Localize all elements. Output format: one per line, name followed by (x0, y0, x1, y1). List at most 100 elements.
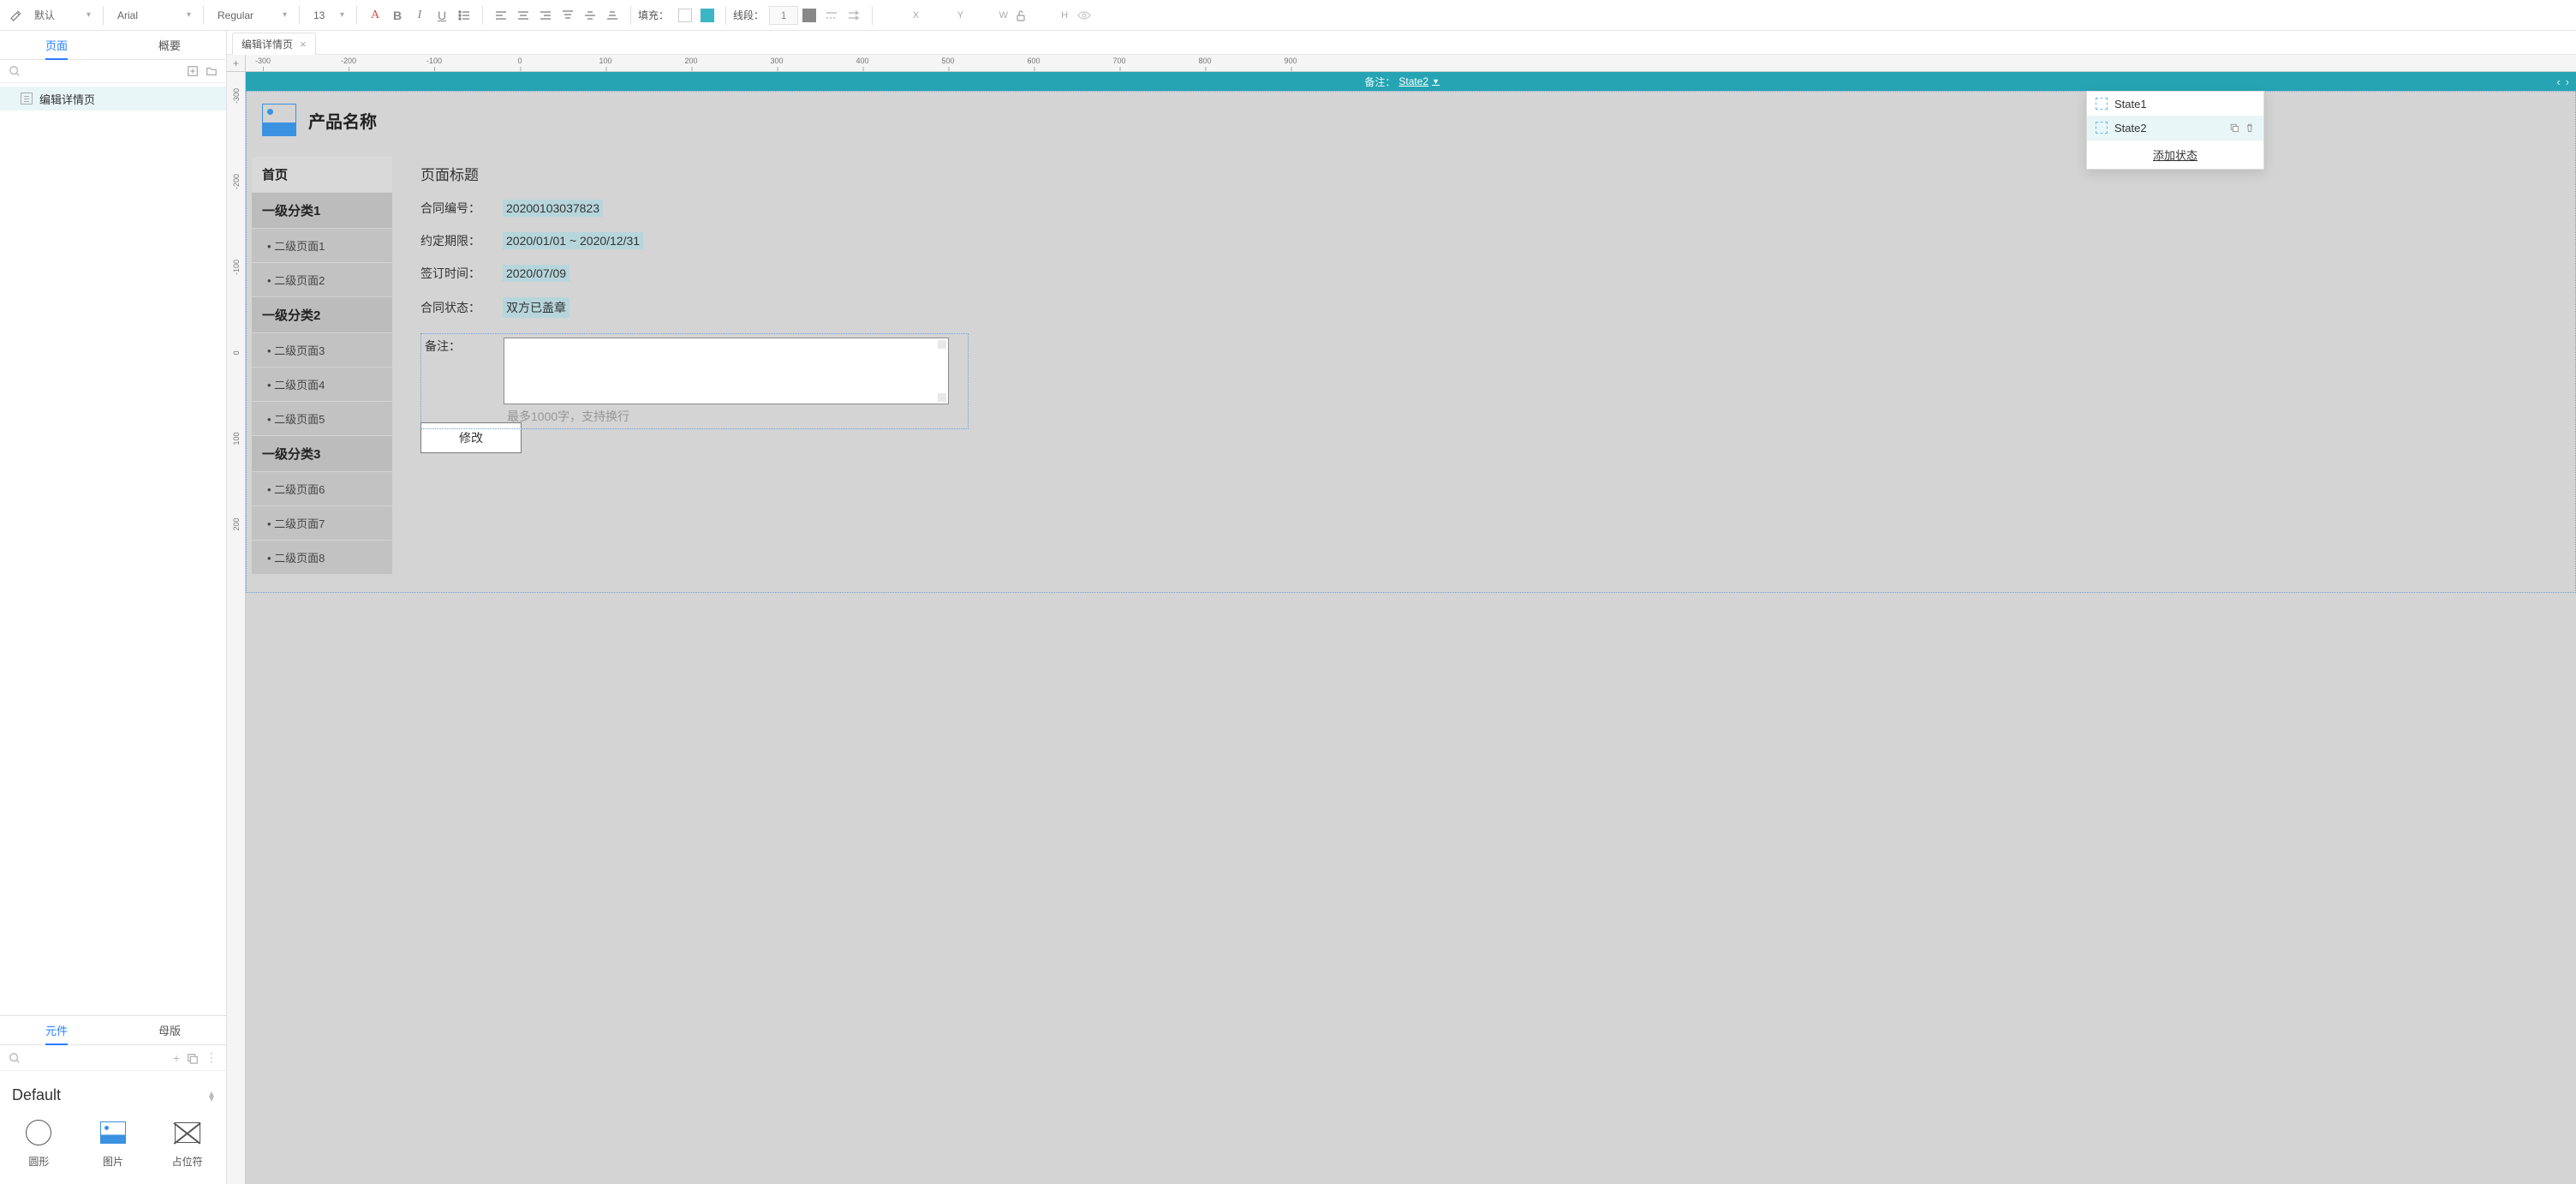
page-icon (21, 93, 33, 105)
state-item-state2[interactable]: State2 (2087, 116, 2263, 140)
dynamic-panel-bar: 备注： State2 ▼ ‹ › (246, 72, 2576, 91)
dynamic-panel-name: 备注： (1364, 75, 1395, 89)
duplicate-state-icon[interactable] (2229, 123, 2239, 133)
page-name: 编辑详情页 (39, 91, 95, 107)
add-state-button[interactable]: 添加状态 (2087, 140, 2263, 169)
pages-search[interactable] (9, 65, 180, 77)
chevron-down-icon: ▾ (340, 10, 344, 20)
caret-updown-icon: ▴▾ (209, 1091, 214, 1101)
line-arrow-button[interactable] (843, 4, 865, 27)
tab-overview[interactable]: 概要 (113, 31, 226, 59)
sidebar-item-cat1[interactable]: 一级分类1 (252, 193, 392, 229)
widget-library-select[interactable]: Default ▴▾ (7, 1079, 219, 1111)
font-family-value: Arial (117, 9, 138, 21)
prev-state-icon[interactable]: ‹ (2556, 75, 2560, 88)
valign-top-button[interactable] (557, 4, 579, 27)
font-family-dropdown[interactable]: Arial ▾ (110, 4, 196, 27)
coord-y: Y (924, 10, 969, 21)
note-textarea[interactable] (504, 338, 949, 404)
sidebar-item-sub4[interactable]: • 二级页面4 (252, 368, 392, 402)
sidebar-item-sub2[interactable]: • 二级页面2 (252, 263, 392, 297)
note-label: 备注： (425, 338, 504, 355)
sidebar-item-sub6[interactable]: • 二级页面6 (252, 472, 392, 506)
lock-aspect-icon[interactable] (1013, 4, 1029, 27)
page-tree-item[interactable]: 编辑详情页 (0, 87, 226, 111)
state-dropdown-toggle[interactable]: State2 ▼ (1398, 75, 1440, 87)
state-item-label: State2 (2114, 122, 2147, 135)
page-tree: 编辑详情页 (0, 83, 226, 1015)
libraries-icon[interactable] (187, 1052, 199, 1064)
tab-widgets[interactable]: 元件 (0, 1016, 113, 1044)
canvas[interactable]: 备注： State2 ▼ ‹ › State1 (246, 72, 2576, 1184)
state-dropdown-value: State2 (1398, 75, 1428, 87)
widget-ellipse[interactable]: 圆形 (7, 1118, 71, 1169)
add-widget-icon[interactable]: + (173, 1051, 180, 1065)
align-left-button[interactable] (490, 4, 512, 27)
add-page-icon[interactable] (187, 65, 199, 77)
align-center-button[interactable] (512, 4, 534, 27)
state-icon (2096, 98, 2108, 110)
chevron-down-icon: ▾ (283, 10, 287, 20)
widget-label: 圆形 (28, 1154, 49, 1169)
tab-masters[interactable]: 母版 (113, 1016, 226, 1044)
sidebar-item-sub8[interactable]: • 二级页面8 (252, 541, 392, 575)
ruler-vertical: -300-200-1000100200 (227, 72, 246, 1184)
ruler-corner[interactable]: + (227, 55, 246, 72)
sidebar-item-sub1[interactable]: • 二级页面1 (252, 229, 392, 263)
period-label: 约定期限： (420, 232, 503, 249)
add-folder-icon[interactable] (206, 65, 218, 77)
line-color-button[interactable] (798, 4, 820, 27)
more-icon[interactable]: ⋮ (206, 1050, 218, 1065)
text-color-button[interactable]: A (364, 4, 386, 27)
sign-date-label: 签订时间： (420, 265, 503, 282)
valign-bottom-button[interactable] (601, 4, 623, 27)
line-style-button[interactable] (820, 4, 843, 27)
widgets-search[interactable] (9, 1052, 166, 1064)
align-right-button[interactable] (534, 4, 557, 27)
period-value: 2020/01/01 ~ 2020/12/31 (503, 232, 643, 249)
chevron-down-icon: ▼ (1432, 77, 1440, 86)
visibility-icon[interactable] (1073, 4, 1095, 27)
coord-x: X (880, 10, 924, 21)
bold-button[interactable]: B (386, 4, 408, 27)
bullet-list-button[interactable] (453, 4, 475, 27)
sidebar-item-sub5[interactable]: • 二级页面5 (252, 402, 392, 436)
italic-button[interactable]: I (408, 4, 431, 27)
font-size-dropdown[interactable]: 13 ▾ (307, 4, 349, 27)
scrollbar-up-icon[interactable] (938, 340, 946, 349)
fill-color-accent[interactable] (696, 4, 719, 27)
widget-placeholder[interactable]: 占位符 (155, 1118, 219, 1169)
edit-style-icon[interactable] (5, 4, 27, 27)
state-item-state1[interactable]: State1 (2087, 92, 2263, 116)
product-title: 产品名称 (308, 108, 377, 133)
note-hint: 最多1000字，支持换行 (507, 408, 629, 425)
scrollbar-down-icon[interactable] (938, 393, 946, 402)
font-weight-dropdown[interactable]: Regular ▾ (211, 4, 292, 27)
state-icon (2096, 122, 2108, 134)
underline-button[interactable]: U (431, 4, 453, 27)
line-label: 线段： (733, 8, 764, 22)
sidebar-item-sub7[interactable]: • 二级页面7 (252, 506, 392, 541)
style-dropdown[interactable]: 默认 ▾ (27, 4, 96, 27)
document-tab-title: 编辑详情页 (242, 37, 293, 51)
contract-no-value: 20200103037823 (503, 200, 603, 217)
sidebar-item-sub3[interactable]: • 二级页面3 (252, 333, 392, 368)
next-state-icon[interactable]: › (2566, 75, 2569, 88)
close-tab-icon[interactable]: × (300, 38, 307, 51)
sidebar-item-cat3[interactable]: 一级分类3 (252, 436, 392, 472)
proto-main: 页面标题 合同编号： 20200103037823 约定期限： 2020/01/… (408, 157, 2570, 454)
left-panel: 页面 概要 编辑详情页 元件 母版 (0, 31, 227, 1184)
coord-w: W (969, 10, 1013, 21)
fill-color-white[interactable] (674, 4, 696, 27)
document-tab[interactable]: 编辑详情页 × (232, 33, 316, 55)
widget-image[interactable]: 图片 (81, 1118, 146, 1169)
sign-date-value: 2020/07/09 (503, 265, 569, 282)
sidebar-item-cat2[interactable]: 一级分类2 (252, 297, 392, 333)
chevron-down-icon: ▾ (187, 10, 191, 20)
delete-state-icon[interactable] (2245, 123, 2255, 133)
sidebar-item-home[interactable]: 首页 (252, 157, 392, 193)
line-width-input[interactable] (769, 6, 798, 25)
state-item-label: State1 (2114, 98, 2147, 111)
valign-middle-button[interactable] (579, 4, 601, 27)
tab-pages[interactable]: 页面 (0, 31, 113, 59)
